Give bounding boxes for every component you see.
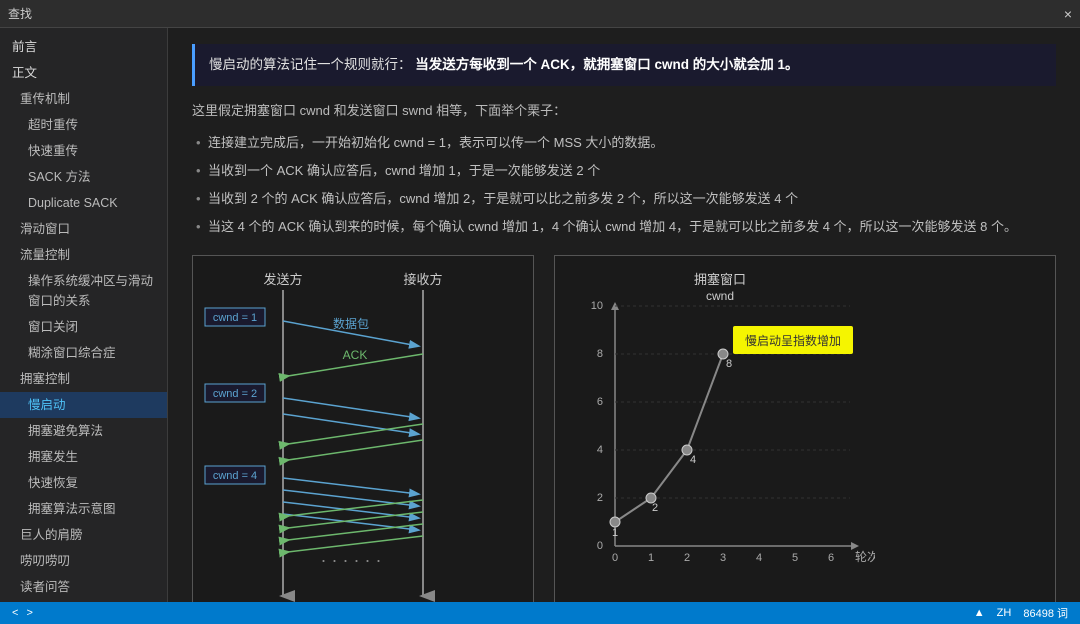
svg-text:2: 2 [684,552,690,564]
sidebar: 前言正文重传机制超时重传快速重传SACK 方法Duplicate SACK滑动窗… [0,28,168,602]
sequence-diagram: 发送方 接收方 [192,255,534,602]
bottom-nav: < > [12,607,33,619]
sidebar-item[interactable]: 巨人的肩膀 [0,522,167,548]
bullet-item: 当收到 2 个的 ACK 确认应答后，cwnd 增加 2，于是就可以比之前多发 … [192,185,1056,213]
sidebar-item[interactable]: 快速恢复 [0,470,167,496]
sequence-svg: 发送方 接收方 [203,266,523,602]
sidebar-item[interactable]: 快速重传 [0,138,167,164]
svg-text:3: 3 [720,552,726,564]
bullet-list: 连接建立完成后，一开始初始化 cwnd = 1，表示可以传一个 MSS 大小的数… [192,129,1056,241]
sidebar-item[interactable]: 唠叨唠叨 [0,548,167,574]
svg-text:慢启动呈指数增加: 慢启动呈指数增加 [745,333,841,348]
svg-text:8: 8 [597,348,603,360]
top-bar: 查找 × [0,0,1080,28]
sidebar-item[interactable]: 读者问答 [0,574,167,600]
sidebar-item[interactable]: 超时重传 [0,112,167,138]
chart-title-cwnd: cwnd [706,289,734,303]
rule-box: 慢启动的算法记住一个规则就行： 当发送方每收到一个 ACK，就拥塞窗口 cwnd… [192,44,1056,86]
svg-text:· · · · · ·: · · · · · · [321,550,382,570]
rule-text: 当发送方每收到一个 ACK，就拥塞窗口 cwnd 的大小就会加 1。 [415,57,798,72]
lang-label: ZH [997,607,1012,619]
sidebar-item[interactable]: SACK 方法 [0,164,167,190]
sidebar-item[interactable]: 流量控制 [0,242,167,268]
svg-text:轮次: 轮次 [855,550,875,564]
sidebar-item[interactable]: 正文 [0,60,167,86]
sub-text: 这里假定拥塞窗口 cwnd 和发送窗口 swnd 相等，下面举个栗子： [192,100,1056,119]
sidebar-item[interactable]: Duplicate SACK [0,190,167,216]
close-button[interactable]: × [1064,6,1072,22]
svg-text:0: 0 [612,552,618,564]
nav-prev[interactable]: < [12,607,18,619]
receiver-label: 接收方 [403,272,442,287]
nav-next[interactable]: > [26,607,32,619]
chart-title-congestion: 拥塞窗口 [694,272,746,287]
svg-text:1: 1 [612,527,618,539]
diagram-container: 发送方 接收方 [192,255,1056,602]
sender-label: 发送方 [263,272,302,287]
svg-text:cwnd = 1: cwnd = 1 [213,312,257,324]
bullet-item: 当收到一个 ACK 确认应答后，cwnd 增加 1，于是一次能够发送 2 个 [192,157,1056,185]
word-count: 86498 词 [1023,605,1068,621]
rule-prefix: 慢启动的算法记住一个规则就行： [209,57,412,72]
sidebar-item[interactable]: 拥塞控制 [0,366,167,392]
svg-text:2: 2 [652,502,658,514]
bullet-item: 连接建立完成后，一开始初始化 cwnd = 1，表示可以传一个 MSS 大小的数… [192,129,1056,157]
top-bar-title: 查找 [8,5,1064,22]
sidebar-item[interactable]: 慢启动 [0,392,167,418]
bullet-item: 当这 4 个的 ACK 确认到来的时候，每个确认 cwnd 增加 1，4 个确认… [192,213,1056,241]
svg-text:4: 4 [597,444,603,456]
chart-svg: 拥塞窗口 cwnd 0 2 4 6 8 [565,266,875,602]
svg-text:cwnd = 4: cwnd = 4 [213,470,257,482]
bottom-bar: < > ▲ ZH 86498 词 [0,602,1080,624]
svg-text:4: 4 [756,552,762,564]
svg-text:4: 4 [690,454,696,466]
content-area: 慢启动的算法记住一个规则就行： 当发送方每收到一个 ACK，就拥塞窗口 cwnd… [168,28,1080,602]
sidebar-item[interactable]: 操作系统缓冲区与滑动窗口的关系 [0,268,167,314]
main-layout: 前言正文重传机制超时重传快速重传SACK 方法Duplicate SACK滑动窗… [0,28,1080,602]
sidebar-item[interactable]: 拥塞避免算法 [0,418,167,444]
svg-text:数据包: 数据包 [333,316,369,331]
svg-text:ACK: ACK [343,348,368,362]
sidebar-item[interactable]: 窗口关闭 [0,314,167,340]
svg-text:cwnd = 2: cwnd = 2 [213,388,257,400]
sidebar-item[interactable]: 前言 [0,34,167,60]
svg-text:10: 10 [591,300,603,312]
svg-text:5: 5 [792,552,798,564]
svg-text:6: 6 [597,396,603,408]
sidebar-item[interactable]: 重传机制 [0,86,167,112]
svg-text:0: 0 [597,540,603,552]
chart-area: 拥塞窗口 cwnd 0 2 4 6 8 [554,255,1056,602]
sidebar-item[interactable]: 滑动窗口 [0,216,167,242]
svg-text:6: 6 [828,552,834,564]
sidebar-item[interactable]: 糊涂窗口综合症 [0,340,167,366]
svg-text:1: 1 [648,552,654,564]
sidebar-item[interactable]: 拥塞算法示意图 [0,496,167,522]
warning-icon: ▲ [974,607,985,619]
svg-text:8: 8 [726,358,732,370]
svg-text:2: 2 [597,492,603,504]
sidebar-item[interactable]: 拥塞发生 [0,444,167,470]
